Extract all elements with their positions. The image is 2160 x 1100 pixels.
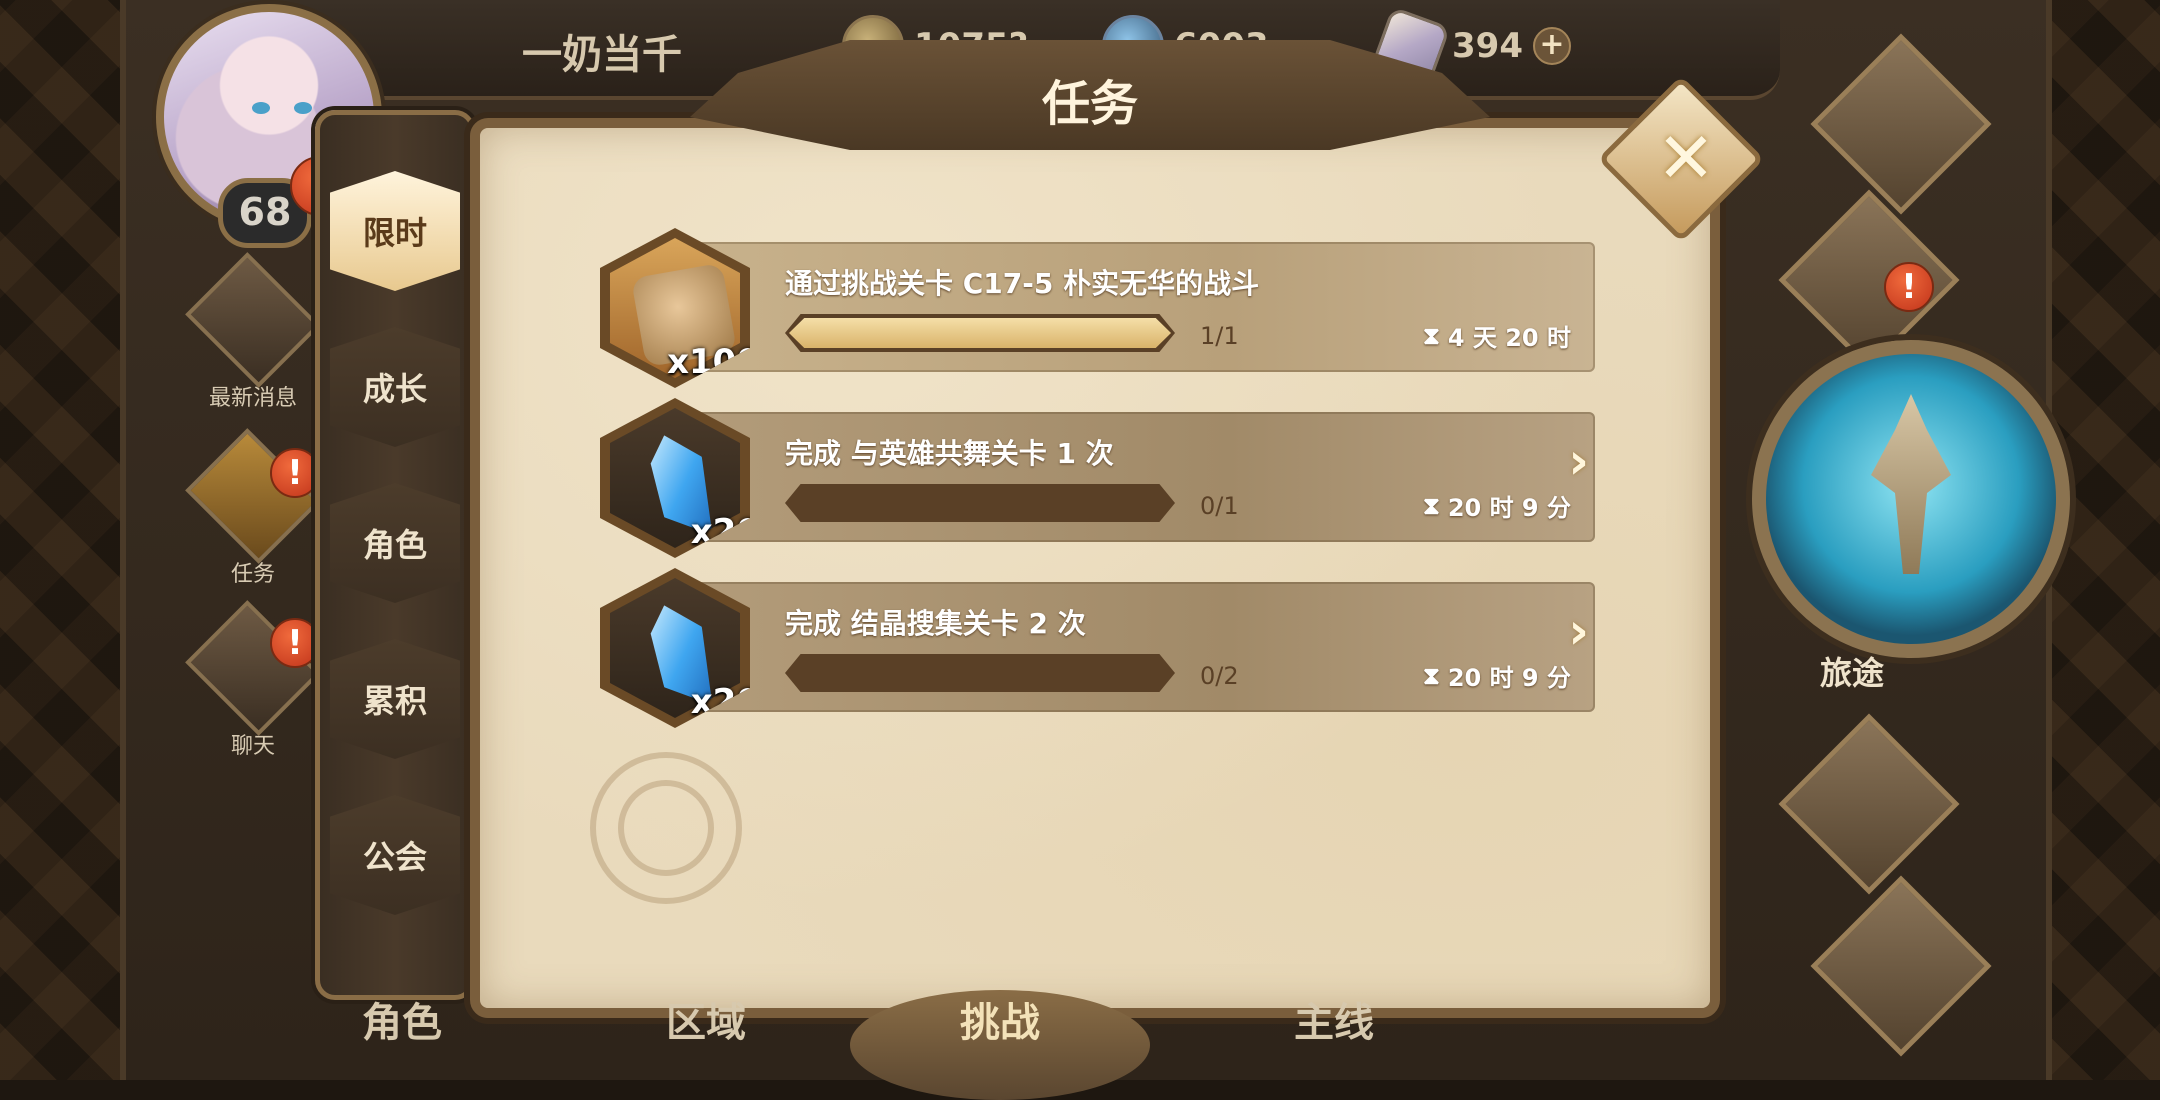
tab-guild[interactable]: 公会 [330, 795, 460, 915]
journey-label: 旅途 [1820, 654, 1885, 692]
scroll-icon [185, 252, 321, 388]
quest-title: 完成 结晶搜集关卡 2 次 [785, 607, 1086, 640]
player-name: 一奶当千 [522, 32, 682, 78]
hourglass-icon: ⧗ [1422, 321, 1440, 350]
tasks-alert-icon: ! [270, 448, 320, 498]
quest-timer: ⧗ 4 天 20 时 [1423, 318, 1571, 353]
close-icon[interactable]: ✕ [1636, 108, 1736, 208]
gem-crystal-icon [1810, 875, 1992, 1057]
tasks-label: 任务 [230, 562, 275, 587]
title-banner: 任务 [690, 40, 1490, 150]
progress-bar [785, 654, 1175, 692]
progress-bar [785, 314, 1175, 352]
avatar-eye [252, 102, 270, 114]
progress-text: 0/1 [1200, 492, 1239, 520]
timer-text: 20 时 9 分 [1447, 494, 1571, 522]
journey-emblem-icon [1871, 394, 1951, 574]
quest-timer: ⧗ 20 时 9 分 [1423, 488, 1571, 523]
chat-label: 聊天 [230, 734, 275, 759]
progress-text: 1/1 [1200, 322, 1239, 350]
avatar-eye [294, 102, 312, 114]
add-crystal-plus-icon[interactable]: + [1532, 27, 1571, 65]
progress-bar [785, 484, 1175, 522]
tab-character[interactable]: 角色 [330, 483, 460, 603]
tab-cumulative[interactable]: 累积 [330, 639, 460, 759]
quest-title: 完成 与英雄共舞关卡 1 次 [785, 437, 1114, 470]
flame-swirl-icon [1778, 713, 1960, 895]
task-category-tabs: 限时 成长 角色 累积 公会 [315, 110, 475, 1000]
journey-button[interactable] [1752, 340, 2070, 658]
emblem-inner [618, 780, 714, 876]
panel-title: 任务 [1041, 76, 1138, 132]
nav-role[interactable]: 角色 [362, 990, 442, 1048]
endow-soul-button[interactable]: 赋魂 [1774, 713, 1964, 900]
progress-fill [789, 318, 1171, 348]
hourglass-icon: ⧗ [1422, 491, 1440, 520]
empty-slot-emblem-icon [590, 752, 742, 904]
news-label: 最新消息 [208, 386, 297, 411]
quest-row[interactable]: x20 完成 与英雄共舞关卡 1 次 0/1 ⧗ 20 时 9 分 › [600, 398, 1595, 558]
nav-area[interactable]: 区域 [666, 990, 746, 1048]
market-button[interactable]: 市集 [1806, 875, 1996, 1062]
nav-challenge[interactable]: 挑战 [960, 990, 1040, 1048]
quest-row[interactable]: x20 完成 结晶搜集关卡 2 次 0/2 ⧗ 20 时 9 分 › [600, 568, 1595, 728]
nav-main-line[interactable]: 主线 [1294, 990, 1374, 1048]
quest-row: x100 通过挑战关卡 C17-5 朴实无华的战斗 1/1 ⧗ 4 天 20 时 [600, 228, 1595, 388]
helmet-icon [1810, 33, 1992, 215]
go-to-arrow-icon[interactable]: › [1568, 432, 1589, 490]
timer-text: 20 时 9 分 [1447, 664, 1571, 692]
tab-growth[interactable]: 成长 [330, 327, 460, 447]
bottom-nav: 角色 区域 挑战 主线 [300, 990, 1800, 1100]
hourglass-icon: ⧗ [1422, 661, 1440, 690]
soul-book-button[interactable]: 魂册 [1806, 33, 1996, 220]
progress-text: 0/2 [1200, 662, 1239, 690]
chat-alert-icon: ! [270, 618, 320, 668]
quest-timer: ⧗ 20 时 9 分 [1423, 658, 1571, 693]
go-to-arrow-icon[interactable]: › [1568, 602, 1589, 660]
news-button[interactable]: 最新消息 [185, 252, 321, 412]
guild-alert-icon: ! [1884, 262, 1934, 312]
quest-title: 通过挑战关卡 C17-5 朴实无华的战斗 [785, 267, 1260, 300]
tab-limited[interactable]: 限时 [330, 171, 460, 291]
crystal-amount: 394 [1452, 26, 1523, 66]
timer-text: 4 天 20 时 [1447, 324, 1571, 352]
